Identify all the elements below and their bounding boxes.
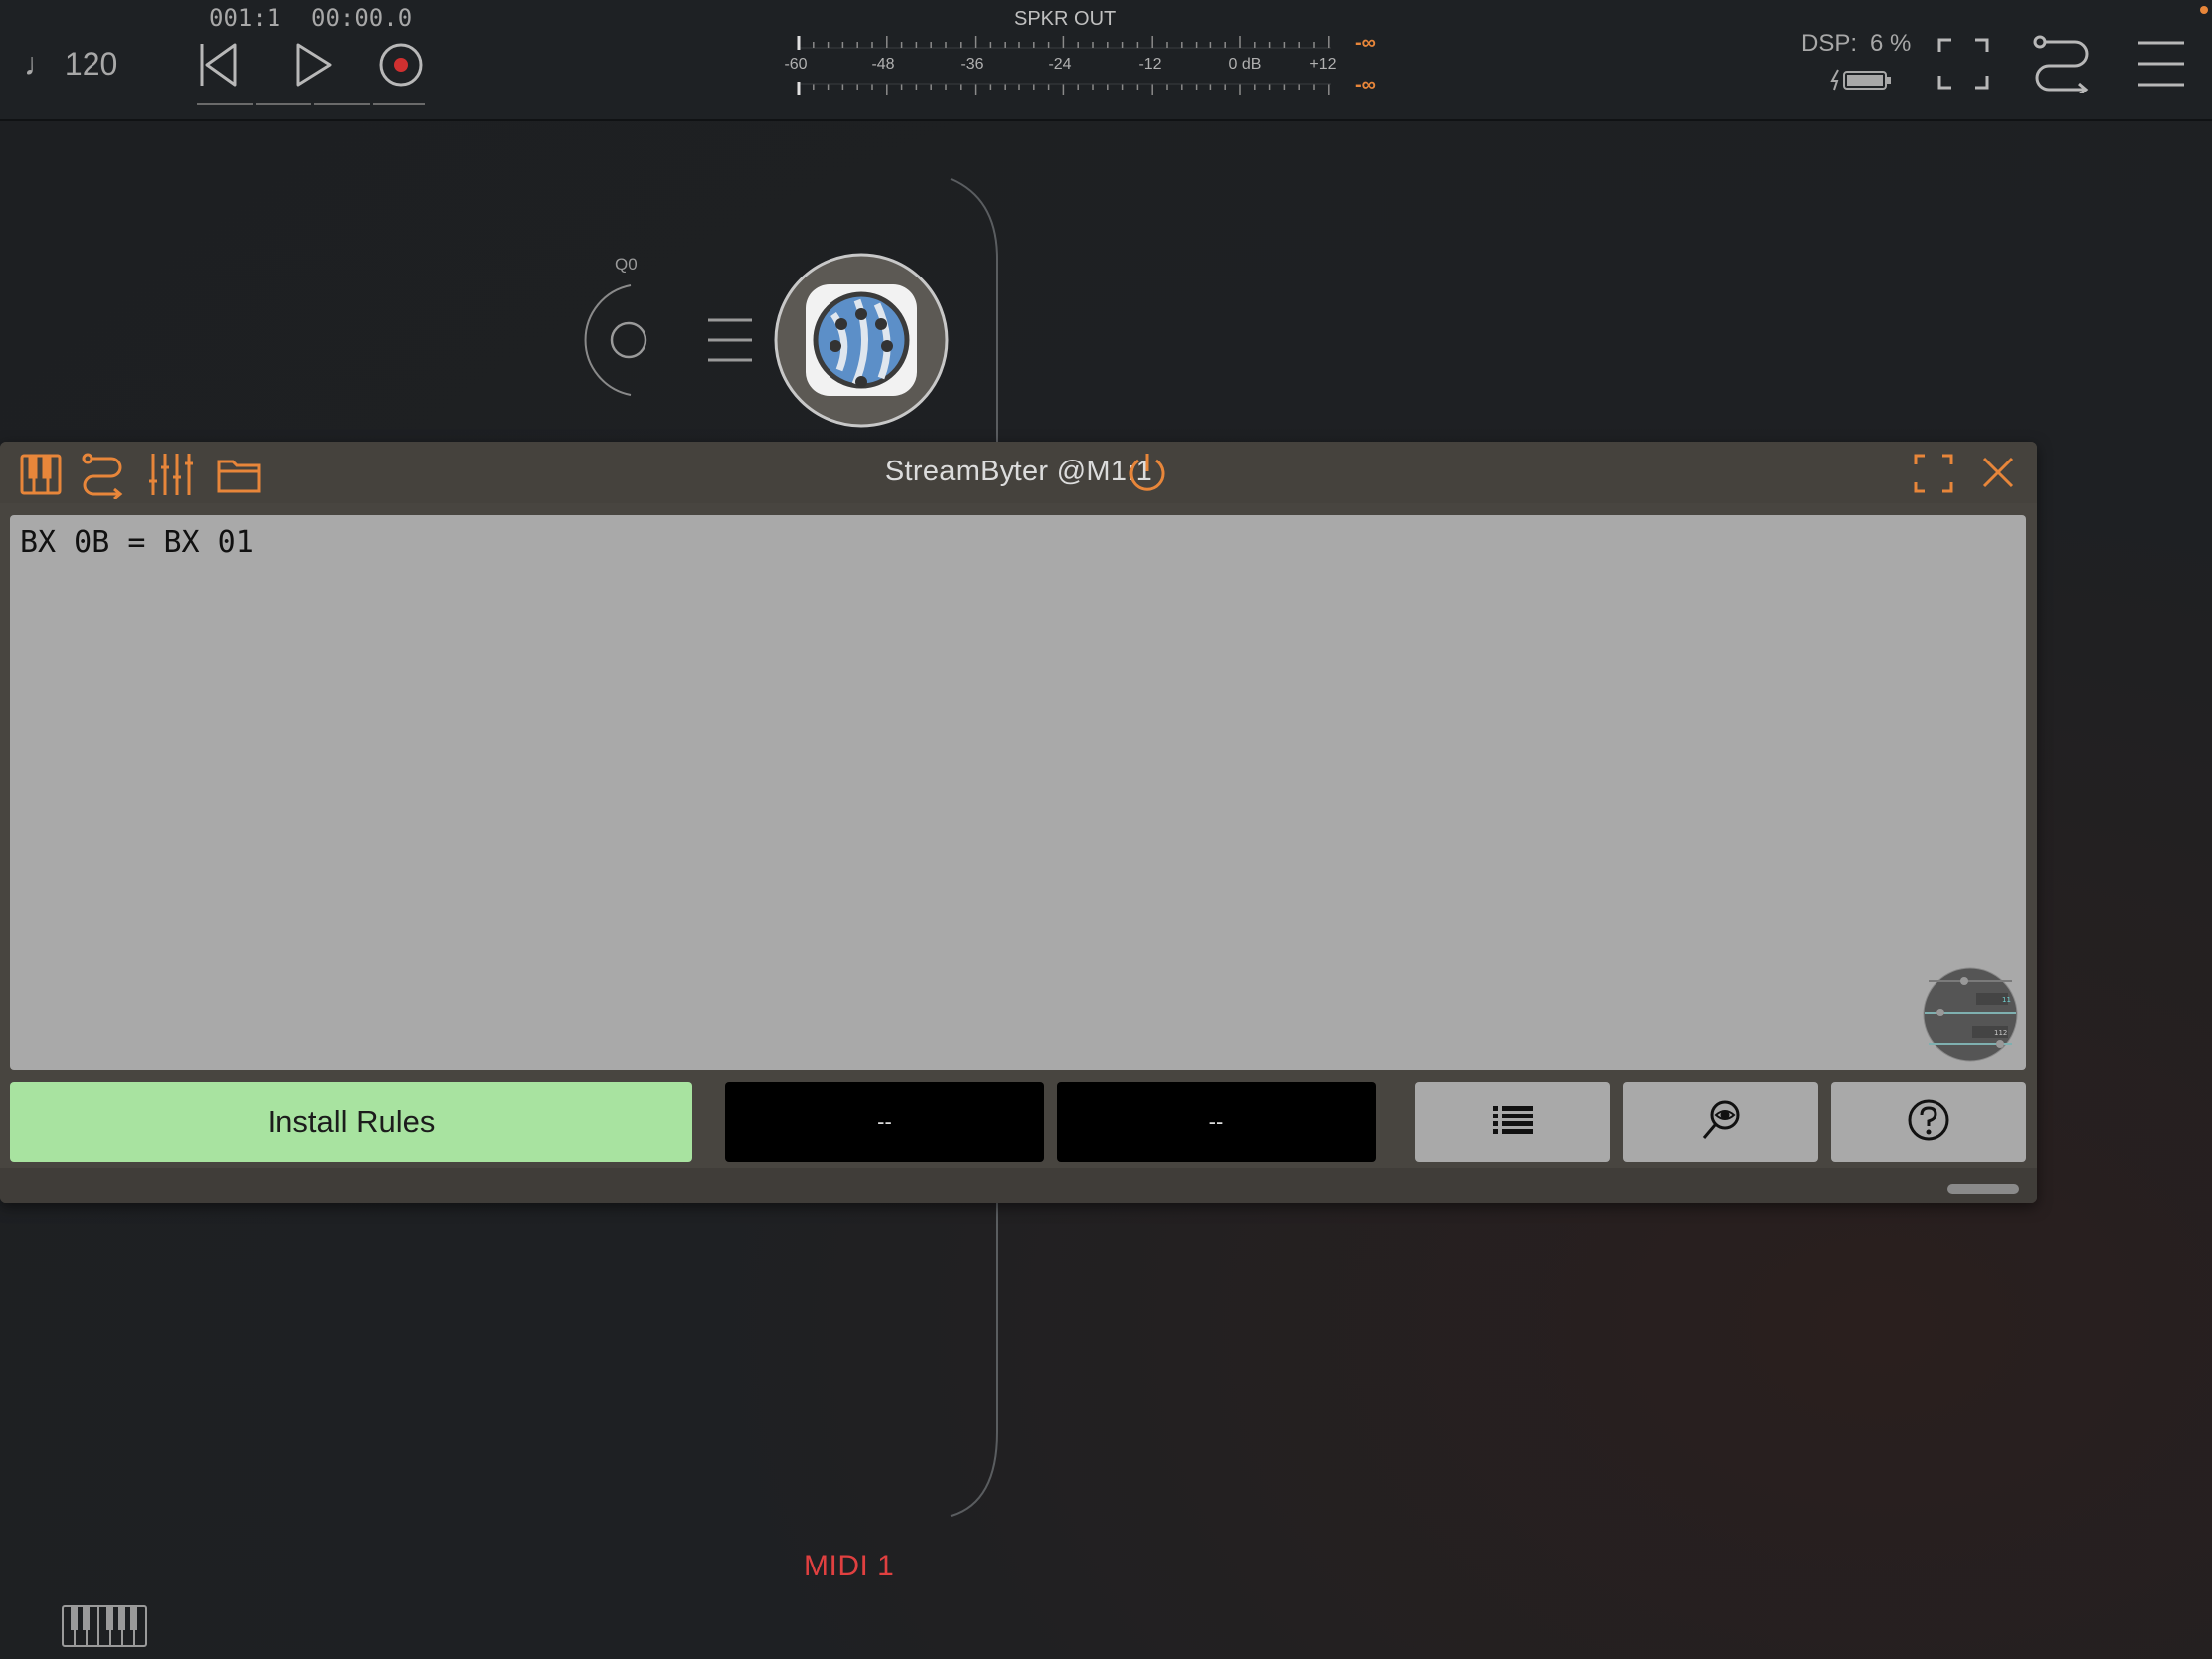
plugin-title: StreamByter @M1:1 xyxy=(884,456,1153,487)
top-toolbar: ♩ 120 001:1 00:00.0 SPKR OUT -60 -48 -36… xyxy=(0,0,2212,121)
node-menu-icon[interactable] xyxy=(708,316,752,369)
menu-icon[interactable] xyxy=(2138,40,2184,92)
connection-bracket-bottom xyxy=(935,1194,1005,1527)
meter-tick-label: -12 xyxy=(1138,56,1162,73)
eye-magnifier-icon xyxy=(1701,1099,1741,1146)
meter-tick-label: -60 xyxy=(784,56,808,73)
streambyter-plugin-icon[interactable] xyxy=(774,253,949,433)
peak-right: -∞ xyxy=(1355,74,1376,95)
dsp-value: 6 % xyxy=(1870,30,1912,57)
close-icon[interactable] xyxy=(1981,456,2015,494)
plugin-header: StreamByter @M1:1 xyxy=(0,442,2037,503)
time-readout: 00:00.0 xyxy=(311,4,413,32)
power-icon[interactable] xyxy=(1126,452,1168,498)
keyboard-icon[interactable] xyxy=(62,1605,147,1652)
status-dot xyxy=(2200,6,2208,14)
knob-value: Q0 xyxy=(615,255,638,274)
fullscreen-icon[interactable] xyxy=(1914,454,1953,498)
fullscreen-icon[interactable] xyxy=(1937,38,1989,94)
meter-tick-label: -36 xyxy=(960,56,984,73)
battery-icon xyxy=(1830,68,1898,96)
help-button[interactable] xyxy=(1831,1082,2026,1162)
meter-title: SPKR OUT xyxy=(1014,8,1117,30)
meter-tick-label: +12 xyxy=(1309,56,1337,73)
thumb-value: 11 xyxy=(2002,996,2011,1004)
midi-out-display: -- xyxy=(1057,1082,1376,1162)
plugin-window: StreamByter @M1:1 BX 0B = BX 01 11 112 I… xyxy=(0,442,2037,1203)
peak-left: -∞ xyxy=(1355,32,1376,54)
record-icon[interactable] xyxy=(378,42,424,92)
monitor-button[interactable] xyxy=(1623,1082,1818,1162)
resize-handle[interactable] xyxy=(1947,1184,2019,1194)
rules-text[interactable]: BX 0B = BX 01 xyxy=(20,525,254,560)
rewind-icon[interactable] xyxy=(199,42,239,92)
meter-tick-label: 0 dB xyxy=(1228,56,1262,73)
play-icon[interactable] xyxy=(294,42,334,92)
list-button[interactable] xyxy=(1415,1082,1610,1162)
rules-editor[interactable]: BX 0B = BX 01 11 112 xyxy=(10,515,2026,1070)
help-icon xyxy=(1907,1098,1950,1147)
panel-footer xyxy=(0,1168,2037,1203)
thumb-value: 112 xyxy=(1994,1029,2007,1037)
list-icon xyxy=(1493,1105,1533,1139)
volume-knob-icon[interactable] xyxy=(569,282,648,403)
midi-in-display: -- xyxy=(725,1082,1044,1162)
position-readout: 001:1 xyxy=(209,4,281,32)
midi-output-label[interactable]: MIDI 1 xyxy=(804,1550,894,1583)
routing-icon[interactable] xyxy=(2033,32,2093,98)
install-rules-button[interactable]: Install Rules xyxy=(10,1082,692,1162)
preview-thumbnail[interactable]: 11 112 xyxy=(1923,967,2018,1067)
dsp-label: DSP: xyxy=(1801,30,1858,57)
tempo-display[interactable]: ♩ 120 xyxy=(24,46,117,83)
meter-tick-label: -24 xyxy=(1048,56,1072,73)
meter-tick-label: -48 xyxy=(871,56,895,73)
